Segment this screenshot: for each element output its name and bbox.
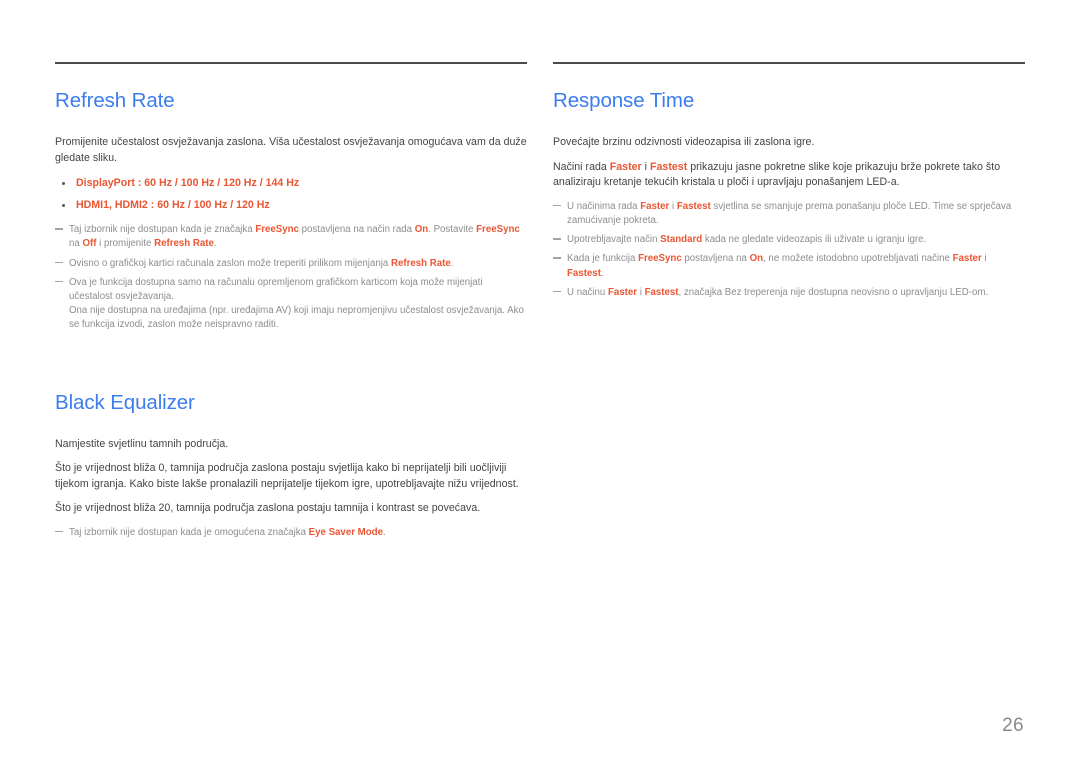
- note-term: FreeSync: [638, 253, 682, 265]
- left-column: Refresh Rate Promijenite učestalost osvj…: [55, 62, 527, 540]
- paragraph-term: Fastest: [650, 160, 688, 173]
- refresh-rate-bullet-list: DisplayPort : 60 Hz / 100 Hz / 120 Hz / …: [55, 176, 527, 213]
- section-title-refresh-rate: Refresh Rate: [55, 89, 175, 112]
- note-text-post: .: [600, 267, 604, 279]
- paragraph-term: Faster: [609, 160, 642, 173]
- note-text-pre: Ovisno o grafičkoj kartici računala zasl…: [69, 257, 391, 269]
- response-time-note-list: U načinima rada Faster i Fastest svjetli…: [553, 200, 1025, 300]
- column-top-rule-right: [553, 62, 1025, 64]
- note-text-post: kada ne gledate videozapis ili uživate u…: [702, 234, 927, 246]
- section-refresh-rate: Refresh Rate Promijenite učestalost osvj…: [55, 89, 527, 333]
- note-text-pre: Ova je funkcija dostupna samo na računal…: [69, 276, 483, 302]
- column-top-rule-left: [55, 62, 527, 64]
- note-text-pre: U načinima rada: [567, 200, 641, 212]
- note-term: Eye Saver Mode: [308, 526, 383, 538]
- note-term: Fastest: [644, 286, 679, 298]
- note-subline: Ona nije dostupna na uređajima (npr. ure…: [69, 305, 524, 331]
- response-time-intro: Povećajte brzinu odzivnosti videozapisa …: [553, 136, 815, 148]
- note-text-mid: i: [669, 200, 677, 212]
- section-title-response-time: Response Time: [553, 89, 695, 112]
- note-text-post: , značajka Bez treperenja nije dostupna …: [678, 286, 989, 298]
- section-black-equalizer: Black Equalizer Namjestite svjetlinu tam…: [55, 391, 527, 541]
- black-equalizer-paragraph: Što je vrijednost bliža 20, tamnija podr…: [55, 502, 481, 515]
- note-item: Ovisno o grafičkoj kartici računala zasl…: [55, 257, 527, 271]
- right-column: Response Time Povećajte brzinu odzivnost…: [553, 62, 1025, 540]
- note-item: U načinima rada Faster i Fastest svjetli…: [553, 200, 1025, 228]
- black-equalizer-note-list: Taj izbornik nije dostupan kada je omogu…: [55, 526, 527, 540]
- note-item: Taj izbornik nije dostupan kada je omogu…: [55, 526, 527, 540]
- note-text-mid: na: [69, 238, 83, 250]
- note-text-mid: , ne možete istodobno upotrebljavati nač…: [763, 253, 953, 265]
- note-term: Standard: [660, 234, 703, 246]
- note-term: FreeSync: [476, 224, 520, 236]
- note-text-post: .: [450, 257, 454, 269]
- note-text-pre: Taj izbornik nije dostupan kada je znača…: [69, 224, 256, 236]
- response-time-paragraph: Načini rada Faster i Fastest prikazuju j…: [553, 160, 1025, 191]
- note-term: On: [749, 253, 764, 265]
- note-text-mid: i promijenite: [96, 238, 155, 250]
- note-item: Taj izbornik nije dostupan kada je znača…: [55, 223, 527, 251]
- section-title-black-equalizer: Black Equalizer: [55, 390, 195, 414]
- note-text-mid: i: [637, 286, 645, 298]
- note-text-mid: . Postavite: [428, 224, 477, 236]
- section-response-time: Response Time Povećajte brzinu odzivnost…: [553, 89, 1025, 300]
- list-item: HDMI1, HDMI2 : 60 Hz / 100 Hz / 120 Hz: [55, 198, 527, 213]
- note-term: Fastest: [676, 200, 711, 212]
- note-term: On: [414, 224, 429, 236]
- note-term: Fastest: [567, 267, 601, 279]
- refresh-rate-note-list: Taj izbornik nije dostupan kada je znača…: [55, 223, 527, 332]
- note-term: Faster: [607, 286, 638, 298]
- two-column-layout: Refresh Rate Promijenite učestalost osvj…: [0, 62, 1080, 540]
- note-term: Refresh Rate: [154, 238, 214, 250]
- note-term: FreeSync: [255, 224, 299, 236]
- note-term: Refresh Rate: [390, 257, 451, 269]
- note-text-mid: postavljena na način rada: [298, 224, 415, 236]
- note-item: Ova je funkcija dostupna samo na računal…: [55, 276, 527, 333]
- refresh-rate-intro: Promijenite učestalost osvježavanja zasl…: [55, 136, 527, 164]
- note-text-post: .: [382, 526, 386, 538]
- note-term: Off: [82, 238, 97, 250]
- note-text-pre: Upotrebljavajte način: [567, 234, 661, 246]
- manual-page: Refresh Rate Promijenite učestalost osvj…: [0, 0, 1080, 763]
- note-item: Kada je funkcija FreeSync postavljena na…: [553, 252, 1025, 280]
- paragraph-text-pre: Načini rada: [553, 160, 610, 173]
- note-text-mid: i: [981, 253, 987, 265]
- page-number: 26: [1002, 715, 1024, 736]
- note-item: Upotrebljavajte način Standard kada ne g…: [553, 233, 1025, 247]
- note-text-mid: postavljena na: [681, 253, 750, 265]
- note-text-pre: U načinu: [567, 286, 608, 298]
- black-equalizer-paragraph: Što je vrijednost bliža 0, tamnija podru…: [55, 462, 519, 490]
- paragraph-text-mid: i: [641, 160, 651, 173]
- note-item: U načinu Faster i Fastest, značajka Bez …: [553, 286, 1025, 300]
- note-text-post: .: [213, 238, 217, 250]
- black-equalizer-paragraph: Namjestite svjetlinu tamnih područja.: [55, 437, 229, 450]
- note-term: Faster: [952, 253, 982, 265]
- list-item: DisplayPort : 60 Hz / 100 Hz / 120 Hz / …: [55, 176, 527, 191]
- note-text-pre: Kada je funkcija: [567, 253, 639, 265]
- note-text-pre: Taj izbornik nije dostupan kada je omogu…: [69, 526, 309, 538]
- note-term: Faster: [640, 200, 670, 212]
